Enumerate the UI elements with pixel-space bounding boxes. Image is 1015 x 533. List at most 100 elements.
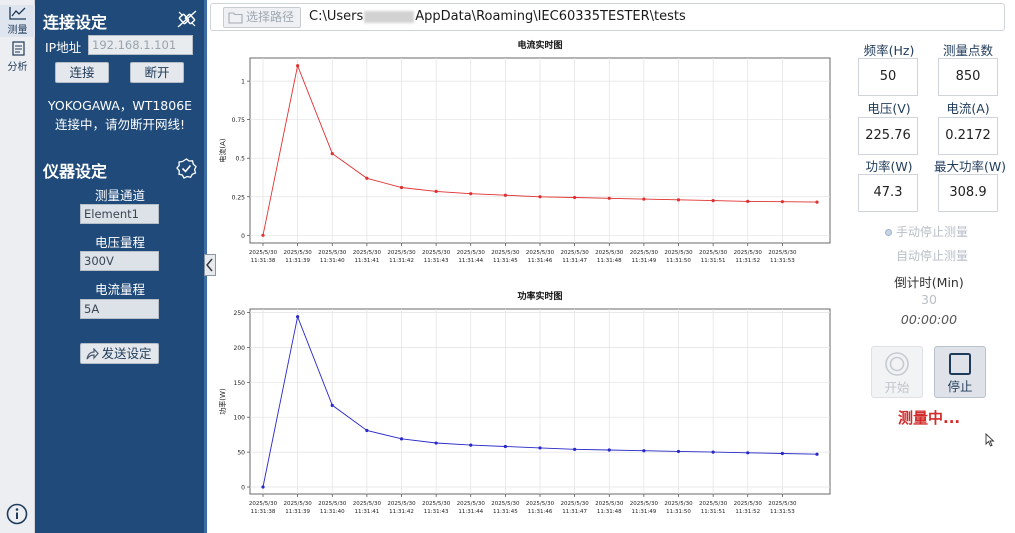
countdown-value[interactable]: 30 xyxy=(880,292,978,307)
channel-select[interactable]: Element1 xyxy=(80,204,159,224)
data-point xyxy=(780,451,784,456)
x-tick-date: 2025/5/30 xyxy=(526,501,555,507)
data-point xyxy=(573,447,577,451)
manual-stop-radio[interactable]: 手动停止测量 xyxy=(885,223,968,240)
voltage-range-label: 电压量程 xyxy=(94,235,145,250)
data-point xyxy=(607,448,611,452)
x-tick-time: 11:31:38 xyxy=(251,509,276,515)
data-point xyxy=(711,199,715,203)
points-value: 850 xyxy=(938,58,998,96)
data-point xyxy=(815,452,819,456)
nav-item-analysis[interactable]: 分析 xyxy=(0,41,35,73)
disconnected-plug-icon xyxy=(177,10,197,28)
x-tick-time: 11:31:41 xyxy=(355,258,380,264)
data-point xyxy=(642,449,646,453)
data-point xyxy=(538,446,542,450)
x-tick-time: 11:31:49 xyxy=(632,509,657,515)
power-realtime-chart: 功率实时图 0 50 100 150 200 250 2025/5/30 11:31:38 202… xyxy=(218,290,831,515)
data-point xyxy=(261,485,265,489)
ip-address-input[interactable]: 192.168.1.101 xyxy=(88,35,193,55)
send-settings-label: 发送设定 xyxy=(101,346,152,361)
connection-status-text: 连接中，请勿断开网线! xyxy=(54,117,185,132)
x-tick-time: 11:31:40 xyxy=(320,258,345,264)
disconnect-button[interactable]: 断开 xyxy=(130,62,184,83)
countdown-label: 倒计时(Min) xyxy=(894,275,964,290)
x-tick-date: 2025/5/30 xyxy=(318,501,347,507)
app-window: 测量 分析 连接设定 IP地址 192.168.1.101 连接 断开 YOKO… xyxy=(0,0,1015,533)
data-point xyxy=(503,444,507,449)
x-tick-date: 2025/5/30 xyxy=(491,250,520,256)
send-settings-button[interactable]: 发送设定 xyxy=(80,343,159,364)
x-tick-date: 2025/5/30 xyxy=(664,250,693,256)
data-point xyxy=(780,200,784,204)
stop-button[interactable]: 停止 xyxy=(934,346,986,398)
x-tick-time: 11:31:43 xyxy=(424,509,449,515)
voltage-value: 225.76 xyxy=(858,117,918,155)
data-point xyxy=(746,451,750,455)
choose-path-button[interactable]: 选择路径 xyxy=(223,7,301,28)
x-tick-time: 11:31:46 xyxy=(528,509,553,515)
y-tick-label: 200 xyxy=(234,345,246,352)
x-tick-time: 11:31:45 xyxy=(493,258,518,264)
x-tick-time: 11:31:41 xyxy=(355,509,380,515)
y-axis-label: 电流(A) xyxy=(218,138,227,163)
x-tick-date: 2025/5/30 xyxy=(699,250,728,256)
x-tick-date: 2025/5/30 xyxy=(457,501,486,507)
stop-label: 停止 xyxy=(947,379,973,394)
current-range-select[interactable]: 5A xyxy=(80,299,159,319)
max-power-label: 最大功率(W) xyxy=(933,159,1007,174)
start-label: 开始 xyxy=(884,380,910,395)
data-point xyxy=(330,151,334,156)
ip-label: IP地址 xyxy=(45,40,82,55)
x-tick-date: 2025/5/30 xyxy=(284,501,313,507)
x-tick-time: 11:31:53 xyxy=(770,258,795,264)
x-tick-time: 11:31:39 xyxy=(285,509,310,515)
data-point xyxy=(711,450,715,454)
start-button[interactable]: 开始 xyxy=(871,346,923,398)
y-tick-label: 0.5 xyxy=(235,156,245,163)
data-point xyxy=(296,64,300,68)
x-tick-time: 11:31:42 xyxy=(389,509,414,515)
voltage-range-select[interactable]: 300V xyxy=(80,251,159,271)
data-point xyxy=(365,176,369,180)
y-tick-label: 0 xyxy=(241,485,245,492)
data-point xyxy=(607,196,611,200)
auto-stop-radio[interactable]: 自动停止测量 xyxy=(896,247,968,264)
path-bar: 选择路径 C:\Users AppData\Roaming\IEC60335TES… xyxy=(210,3,1005,31)
device-model-text: YOKOGAWA，WT1806E xyxy=(47,98,193,113)
data-point xyxy=(573,195,577,200)
data-point xyxy=(503,193,507,197)
data-point xyxy=(676,198,681,202)
data-point xyxy=(261,233,265,237)
chart-title: 电流实时图 xyxy=(517,39,562,51)
document-icon xyxy=(11,41,25,56)
voltage-label: 电压(V) xyxy=(867,101,911,116)
data-point xyxy=(434,189,438,193)
redacted-username xyxy=(364,10,415,23)
x-tick-date: 2025/5/30 xyxy=(353,250,382,256)
elapsed-timer: 00:00:00 xyxy=(900,312,958,327)
x-tick-time: 11:31:52 xyxy=(735,258,760,264)
choose-path-label: 选择路径 xyxy=(246,10,295,24)
data-point xyxy=(330,403,334,407)
x-tick-date: 2025/5/30 xyxy=(595,250,624,256)
x-tick-time: 11:31:42 xyxy=(389,258,414,264)
x-tick-date: 2025/5/30 xyxy=(387,501,416,507)
x-tick-date: 2025/5/30 xyxy=(491,501,520,507)
channel-label: 测量通道 xyxy=(94,188,145,203)
x-tick-date: 2025/5/30 xyxy=(353,501,382,507)
y-tick-label: 100 xyxy=(234,415,246,422)
nav-item-measure[interactable]: 测量 xyxy=(0,5,35,37)
x-tick-time: 11:31:39 xyxy=(285,258,310,264)
data-point xyxy=(365,428,369,433)
auto-stop-label: 自动停止测量 xyxy=(896,249,969,263)
x-tick-date: 2025/5/30 xyxy=(699,501,728,507)
frequency-value: 50 xyxy=(858,58,918,96)
y-tick-label: 250 xyxy=(234,310,246,317)
data-point xyxy=(815,200,819,204)
mouse-cursor-icon xyxy=(985,433,995,447)
current-realtime-chart: 电流实时图 0 0.25 0.5 0.75 1 2025/5/30 11:31:38 2025/… xyxy=(218,39,831,264)
info-icon[interactable] xyxy=(6,503,28,525)
connect-button[interactable]: 连接 xyxy=(55,62,109,83)
data-point xyxy=(399,437,404,441)
